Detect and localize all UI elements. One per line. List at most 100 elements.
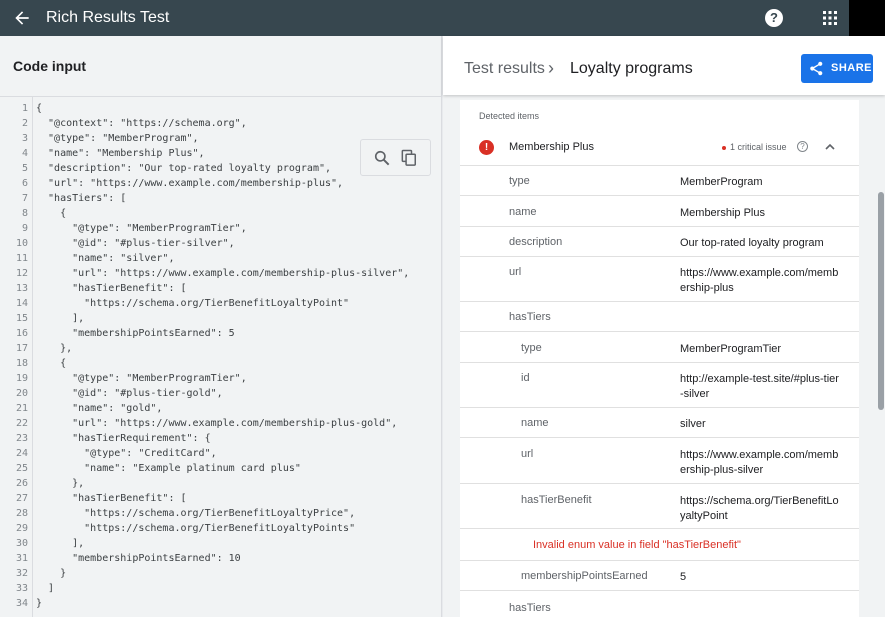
copy-icon[interactable] — [399, 148, 419, 168]
line-number: 21 — [15, 403, 28, 414]
code-text: "@context": "https://schema.org", — [36, 118, 247, 129]
code-line: 18 { — [0, 356, 442, 371]
results-header: Test results › Loyalty programs SHARE — [443, 36, 885, 95]
code-text: "@type": "MemberProgramTier", — [36, 373, 247, 384]
tier-row-id: id http://example-test.site/#plus-tier-s… — [460, 363, 859, 408]
line-number: 15 — [15, 313, 28, 324]
code-text: "hasTiers": [ — [36, 193, 127, 204]
share-icon — [810, 61, 823, 76]
line-number: 24 — [15, 448, 28, 459]
line-number: 4 — [21, 148, 28, 159]
code-text: "hasTierRequirement": { — [36, 433, 211, 444]
code-text: "name": "Membership Plus", — [36, 148, 205, 159]
tier-row-url: url https://www.example.com/membership-p… — [460, 438, 859, 484]
code-line: 23 "hasTierRequirement": { — [0, 431, 442, 446]
code-line: 26 }, — [0, 476, 442, 491]
top-app-bar: Rich Results Test ? — [0, 0, 885, 36]
property-row-name: name Membership Plus — [460, 196, 859, 227]
line-number: 16 — [15, 328, 28, 339]
code-line: 32 } — [0, 566, 442, 581]
code-line: 25 "name": "Example platinum card plus" — [0, 461, 442, 476]
property-value: https://www.example.com/membership-plus — [680, 267, 839, 294]
code-line: 19 "@type": "MemberProgramTier", — [0, 371, 442, 386]
detected-items-card: Detected items ! Membership Plus 1 criti… — [460, 100, 859, 617]
property-key: url — [509, 266, 522, 278]
line-number: 6 — [21, 178, 28, 189]
code-text: "name": "silver", — [36, 253, 175, 264]
line-number: 8 — [21, 208, 28, 219]
apps-grid-icon[interactable] — [822, 10, 838, 26]
code-text: }, — [36, 343, 73, 354]
validation-error-row: Invalid enum value in field "hasTierBene… — [460, 529, 859, 561]
app-title: Rich Results Test — [46, 9, 170, 26]
code-text: "url": "https://www.example.com/membersh… — [36, 418, 398, 429]
code-line: 22 "url": "https://www.example.com/membe… — [0, 416, 442, 431]
code-text: "https://schema.org/TierBenefitLoyaltyPo… — [36, 298, 350, 309]
code-line: 8 { — [0, 206, 442, 221]
code-input-panel: Code input 1{2 "@context": "https://sche… — [0, 36, 442, 617]
code-text: "hasTierBenefit": [ — [36, 283, 187, 294]
account-avatar[interactable] — [849, 0, 885, 36]
code-text: "@id": "#plus-tier-gold", — [36, 388, 223, 399]
code-text: "@type": "MemberProgram", — [36, 133, 199, 144]
code-text: "description": "Our top-rated loyalty pr… — [36, 163, 332, 174]
code-input-title: Code input — [13, 58, 87, 74]
code-line: 24 "@type": "CreditCard", — [0, 446, 442, 461]
code-text: "@id": "#plus-tier-silver", — [36, 238, 235, 249]
line-number: 33 — [15, 583, 28, 594]
property-row-url: url https://www.example.com/membership-p… — [460, 257, 859, 302]
search-icon[interactable] — [372, 148, 392, 168]
property-value: https://www.example.com/membership-plus-… — [680, 449, 839, 476]
line-number: 20 — [15, 388, 28, 399]
code-text: } — [36, 568, 67, 579]
property-row-hastiers: hasTiers — [460, 302, 859, 332]
code-line: 34} — [0, 596, 442, 611]
line-number: 13 — [15, 283, 28, 294]
property-value: Our top-rated loyalty program — [680, 237, 824, 249]
property-key: url — [521, 448, 534, 460]
property-key: type — [521, 342, 542, 354]
line-number: 32 — [15, 568, 28, 579]
line-number: 18 — [15, 358, 28, 369]
help-icon[interactable]: ? — [765, 9, 783, 27]
line-number: 19 — [15, 373, 28, 384]
line-number: 10 — [15, 238, 28, 249]
validation-error-message: Invalid enum value in field "hasTierBene… — [533, 539, 741, 551]
line-number: 27 — [15, 493, 28, 504]
code-line: 27 "hasTierBenefit": [ — [0, 491, 442, 506]
line-number: 9 — [21, 223, 28, 234]
chevron-up-icon[interactable] — [824, 141, 836, 153]
code-line: 30 ], — [0, 536, 442, 551]
line-number: 5 — [21, 163, 28, 174]
share-button[interactable]: SHARE — [801, 54, 873, 83]
code-line: 11 "name": "silver", — [0, 251, 442, 266]
code-line: 1{ — [0, 101, 442, 116]
results-scrollbar-thumb[interactable] — [878, 192, 884, 410]
detected-item-row[interactable]: ! Membership Plus 1 critical issue ? — [460, 130, 859, 166]
code-text: "@type": "CreditCard", — [36, 448, 217, 459]
code-text: "name": "Example platinum card plus" — [36, 463, 301, 474]
property-row-description: description Our top-rated loyalty progra… — [460, 227, 859, 257]
code-text: "https://schema.org/TierBenefitLoyaltyPr… — [36, 508, 356, 519]
code-line: 6 "url": "https://www.example.com/member… — [0, 176, 442, 191]
property-key: type — [509, 175, 530, 187]
code-text: "url": "https://www.example.com/membersh… — [36, 268, 410, 279]
help-circle-icon[interactable]: ? — [797, 141, 808, 152]
detected-items-label: Detected items — [479, 111, 540, 121]
property-key: name — [521, 417, 549, 429]
property-value: Membership Plus — [680, 207, 765, 219]
line-number: 25 — [15, 463, 28, 474]
line-number: 31 — [15, 553, 28, 564]
code-line: 21 "name": "gold", — [0, 401, 442, 416]
property-key: membershipPointsEarned — [521, 570, 648, 582]
critical-issue-count: 1 critical issue — [730, 142, 787, 152]
results-panel: Test results › Loyalty programs SHARE De… — [443, 36, 885, 617]
code-text: "membershipPointsEarned": 10 — [36, 553, 241, 564]
property-value: https://schema.org/TierBenefitLoyaltyPoi… — [680, 495, 839, 522]
line-number: 1 — [21, 103, 28, 114]
back-arrow-icon[interactable] — [12, 8, 32, 28]
code-line: 14 "https://schema.org/TierBenefitLoyalt… — [0, 296, 442, 311]
breadcrumb-test-results[interactable]: Test results — [464, 60, 545, 78]
code-line: 10 "@id": "#plus-tier-silver", — [0, 236, 442, 251]
tier-row-points-earned: membershipPointsEarned 5 — [460, 561, 859, 591]
